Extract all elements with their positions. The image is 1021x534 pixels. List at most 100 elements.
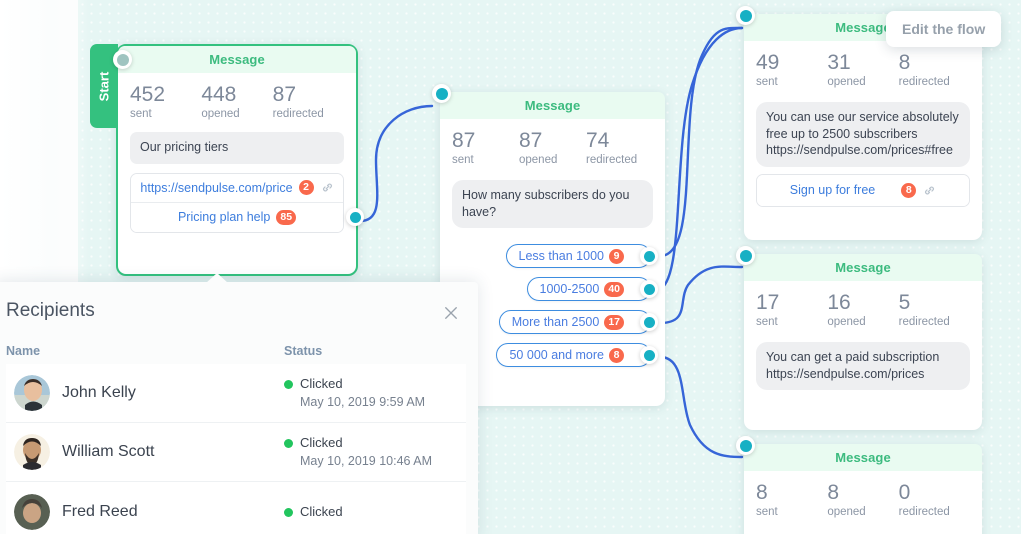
- tooltip-label: Edit the flow: [902, 21, 986, 37]
- stat-value: 31: [827, 51, 851, 74]
- stat-label: sent: [756, 76, 778, 88]
- stat-sent: 87 sent: [452, 129, 519, 166]
- option-pill[interactable]: Less than 1000 9: [505, 244, 658, 268]
- chain-icon: [923, 184, 936, 197]
- node-inlet-dot[interactable]: [736, 246, 755, 265]
- panel-title: Recipients: [6, 300, 95, 321]
- output-dot[interactable]: [640, 346, 658, 364]
- stat-value: 74: [586, 129, 610, 152]
- option-count-badge: 40: [604, 281, 624, 297]
- node-stats: 17 sent 16 opened 5 redirected: [744, 281, 982, 332]
- avatar: [14, 375, 50, 411]
- stat-redirected: 87 redirected: [273, 83, 344, 120]
- click-count-badge: 8: [901, 182, 917, 198]
- status-time: May 10, 2019 10:46 AM: [300, 454, 433, 468]
- chain-icon: [321, 181, 334, 194]
- panel-pointer: [206, 273, 228, 283]
- column-header-status: Status: [284, 344, 323, 358]
- click-count-badge: 85: [276, 209, 297, 225]
- node-header: Message: [440, 92, 665, 119]
- stat-value: 49: [756, 51, 780, 74]
- stat-value: 16: [827, 291, 851, 314]
- node-free-message[interactable]: Message 49 sent 31 opened 8 redirected Y…: [736, 6, 982, 240]
- option-pill[interactable]: 50 000 and more 8: [496, 343, 658, 367]
- stat-value: 87: [519, 129, 543, 152]
- recipient-name: William Scott: [62, 443, 155, 460]
- stat-label: sent: [130, 108, 152, 120]
- stat-label: redirected: [898, 76, 950, 88]
- output-dot[interactable]: [640, 313, 658, 331]
- table-row[interactable]: John Kelly Clicked May 10, 2019 9:59 AM: [6, 364, 466, 423]
- node-button-group: Sign up for free 8: [756, 173, 970, 207]
- stat-value: 5: [898, 291, 911, 314]
- stat-label: opened: [827, 76, 866, 88]
- node-title: Message: [209, 52, 265, 67]
- output-dot[interactable]: [640, 280, 658, 298]
- recipients-panel: Recipients Name Status John Kelly Clicke…: [0, 273, 478, 534]
- stat-opened: 448 opened: [201, 83, 272, 120]
- output-dot[interactable]: [346, 208, 364, 226]
- stat-label: opened: [201, 108, 240, 120]
- node-header: Message: [744, 444, 982, 471]
- stat-redirected: 8 redirected: [899, 51, 970, 88]
- node-button-url[interactable]: https://sendpulse.com/price 2: [131, 173, 343, 203]
- message-bubble: Our pricing tiers: [130, 132, 344, 164]
- stat-value: 8: [827, 481, 840, 504]
- stat-opened: 16 opened: [827, 291, 898, 328]
- stat-label: sent: [452, 154, 474, 166]
- table-row[interactable]: William Scott Clicked May 10, 2019 10:46…: [6, 423, 466, 482]
- node-stats: 49 sent 31 opened 8 redirected: [744, 41, 982, 92]
- node-paid-message[interactable]: Message 17 sent 16 opened 5 redirected Y…: [736, 246, 982, 430]
- stat-sent: 452 sent: [130, 83, 201, 120]
- stat-redirected: 74 redirected: [586, 129, 653, 166]
- option-label: Less than 1000: [518, 249, 605, 263]
- message-bubble: How many subscribers do you have?: [452, 180, 653, 228]
- status-dot: [284, 439, 293, 448]
- close-icon[interactable]: [442, 304, 460, 327]
- option-label: More than 2500: [511, 315, 600, 329]
- node-start-message[interactable]: Start Message 452 sent 448 opened 87 red…: [90, 44, 364, 276]
- node-inlet-dot[interactable]: [736, 436, 755, 455]
- edit-flow-tooltip[interactable]: Edit the flow: [886, 11, 1002, 47]
- stat-label: opened: [519, 154, 558, 166]
- node-button-label: https://sendpulse.com/price: [140, 180, 293, 195]
- node-button-signup[interactable]: Sign up for free 8: [757, 174, 969, 206]
- stat-value: 8: [898, 51, 911, 74]
- table-row[interactable]: Fred Reed Clicked: [6, 482, 466, 534]
- stat-label: opened: [827, 316, 866, 328]
- stat-value: 0: [898, 481, 911, 504]
- column-header-name: Name: [6, 344, 41, 358]
- node-inlet-dot[interactable]: [432, 84, 451, 103]
- stat-label: redirected: [898, 316, 950, 328]
- option-pill[interactable]: 1000-2500 40: [526, 277, 658, 301]
- node-button-pricing-help[interactable]: Pricing plan help 85: [131, 202, 364, 232]
- node-stats: 87 sent 87 opened 74 redirected: [440, 119, 665, 170]
- node-inlet-dot[interactable]: [736, 6, 755, 25]
- status-dot: [284, 380, 293, 389]
- node-title: Message: [835, 450, 891, 465]
- node-inlet-dot[interactable]: [113, 50, 132, 69]
- stat-label: opened: [827, 506, 866, 518]
- status-dot: [284, 507, 293, 517]
- stat-label: sent: [756, 506, 778, 518]
- option-count-badge: 9: [609, 248, 624, 264]
- stat-value: 8: [756, 481, 768, 504]
- message-bubble: You can use our service absolutely free …: [756, 102, 970, 167]
- option-label: 1000-2500: [539, 282, 600, 296]
- stat-value: 17: [756, 291, 780, 314]
- node-header: Message: [744, 254, 982, 281]
- option-label: 50 000 and more: [509, 348, 604, 362]
- recipient-status: Clicked May 10, 2019 10:46 AM: [284, 434, 432, 470]
- node-stats: 8 sent 8 opened 0 redirected: [744, 471, 982, 522]
- stat-value: 87: [272, 83, 297, 106]
- stat-label: redirected: [898, 506, 950, 518]
- option-pill[interactable]: More than 2500 17: [498, 310, 658, 334]
- recipient-name: John Kelly: [62, 384, 136, 401]
- stat-label: redirected: [272, 108, 324, 120]
- stat-value: 452: [130, 83, 166, 106]
- stat-opened: 87 opened: [519, 129, 586, 166]
- node-last-message[interactable]: Message 8 sent 8 opened 0 redirected: [736, 436, 982, 534]
- output-dot[interactable]: [640, 247, 658, 265]
- node-button-label: Sign up for free: [789, 183, 876, 197]
- stat-opened: 31 opened: [827, 51, 898, 88]
